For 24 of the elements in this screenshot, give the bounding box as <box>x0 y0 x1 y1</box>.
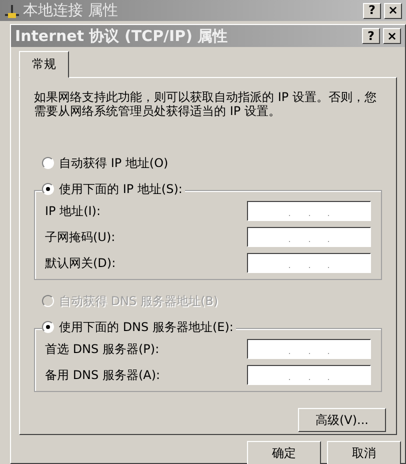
network-icon <box>4 2 20 18</box>
dialog-title: Internet 协议 (TCP/IP) 属性 <box>15 26 229 47</box>
field-label: 默认网关(D): <box>45 255 116 272</box>
radio-option[interactable]: 使用下面的 IP 地址(S): <box>42 180 186 198</box>
help-button[interactable]: ? <box>363 2 381 18</box>
cancel-button[interactable]: 取消 <box>327 441 401 464</box>
ip-address-field[interactable] <box>247 339 371 359</box>
field-label: IP 地址(I): <box>45 203 101 220</box>
field-label: 子网掩码(U): <box>45 229 116 246</box>
radio-option[interactable]: 使用下面的 DNS 服务器地址(E): <box>42 318 236 336</box>
ok-button[interactable]: 确定 <box>247 441 321 464</box>
ip-address-field[interactable] <box>247 227 371 247</box>
close-button[interactable]: × <box>384 2 402 18</box>
ip-address-field[interactable] <box>247 253 371 273</box>
close-button[interactable]: × <box>383 28 401 44</box>
field-label: 备用 DNS 服务器(A): <box>45 367 160 384</box>
advanced-button[interactable]: 高级(V)... <box>298 408 386 432</box>
help-button[interactable]: ? <box>362 28 380 44</box>
field-label: 首选 DNS 服务器(P): <box>45 341 160 358</box>
ip-address-field[interactable] <box>247 365 371 385</box>
description-text: 如果网络支持此功能，则可以获取自动指派的 IP 设置。否则，您需要从网络系统管理员处获得适当的 IP 设置。 <box>34 90 378 118</box>
window-title: 本地连接 属性 <box>23 0 119 22</box>
ip-address-field[interactable] <box>247 201 371 221</box>
tab[interactable]: 常规 <box>19 51 69 78</box>
